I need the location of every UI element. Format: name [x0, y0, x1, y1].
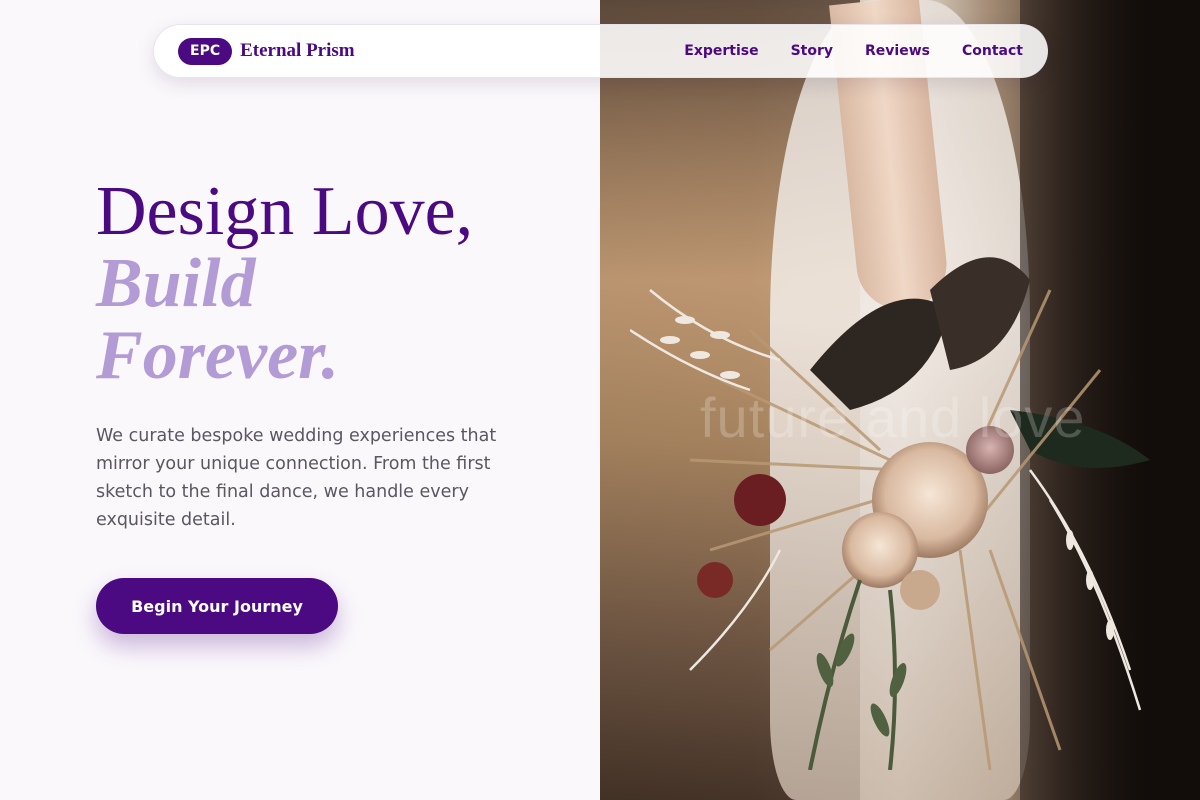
nav-link-contact[interactable]: Contact — [962, 43, 1023, 59]
brand-badge: EPC — [178, 37, 233, 65]
hero-title-line2: Build — [96, 245, 256, 322]
begin-journey-button[interactable]: Begin Your Journey — [96, 578, 338, 634]
hero-section: Design Love, Build Forever. We curate be… — [96, 176, 556, 634]
nav-links: Expertise Story Reviews Contact — [684, 43, 1023, 59]
nav-link-reviews[interactable]: Reviews — [865, 43, 930, 59]
brand-name: Eternal Prism — [240, 40, 355, 61]
hero-title: Design Love, Build Forever. — [96, 176, 556, 392]
nav-link-story[interactable]: Story — [791, 43, 833, 59]
photo-watermark: future and love — [700, 386, 1086, 449]
top-navbar: EPC Eternal Prism Expertise Story Review… — [153, 24, 1048, 78]
hero-title-line3: Forever. — [96, 317, 340, 394]
hero-description: We curate bespoke wedding experiences th… — [96, 426, 497, 530]
bouquet-illustration — [630, 257, 1150, 770]
brand-logo[interactable]: EPC Eternal Prism — [178, 37, 355, 65]
nav-link-expertise[interactable]: Expertise — [684, 43, 758, 59]
hero-image: future and love — [600, 0, 1200, 800]
hero-title-line1: Design Love, — [96, 173, 474, 250]
